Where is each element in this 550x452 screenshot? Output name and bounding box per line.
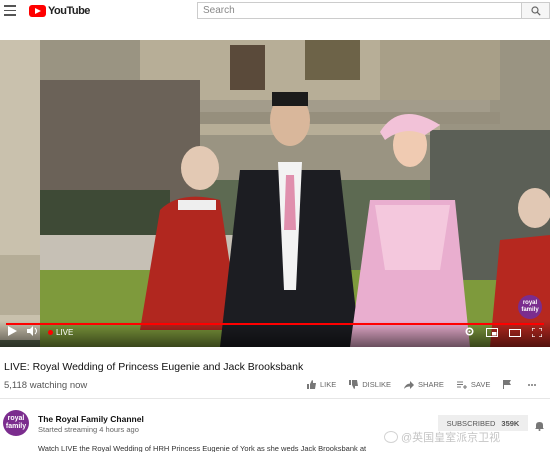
miniplayer-icon	[486, 328, 498, 337]
playlist-add-icon	[456, 380, 467, 389]
video-title: LIVE: Royal Wedding of Princess Eugenie …	[4, 361, 304, 373]
video-actions: LIKE DISLIKE SHARE SAVE	[307, 380, 550, 389]
thumbs-down-icon	[349, 380, 359, 389]
notification-bell-button[interactable]	[535, 418, 544, 436]
settings-button[interactable]	[464, 324, 475, 342]
flag-icon	[503, 380, 512, 389]
share-button[interactable]: SHARE	[404, 380, 444, 389]
channel-avatar[interactable]: royal family	[3, 410, 29, 436]
share-label: SHARE	[418, 380, 444, 389]
volume-button[interactable]	[27, 323, 38, 341]
video-description: Watch LIVE the Royal Wedding of HRH Prin…	[38, 444, 367, 452]
share-icon	[404, 380, 415, 389]
channel-name[interactable]: The Royal Family Channel	[38, 414, 144, 424]
search-button[interactable]	[522, 2, 550, 19]
subscribe-label: SUBSCRIBED	[446, 418, 496, 428]
save-button[interactable]: SAVE	[456, 380, 491, 389]
channel-watermark: royal family	[518, 295, 542, 319]
player-controls: LIVE	[0, 321, 550, 347]
like-button[interactable]: LIKE	[307, 380, 336, 389]
fullscreen-button[interactable]	[531, 324, 543, 342]
gear-icon	[465, 327, 474, 336]
hamburger-menu-icon[interactable]	[4, 5, 16, 17]
video-frame	[0, 40, 550, 347]
dislike-label: DISLIKE	[362, 380, 392, 389]
logo-text: YouTube	[48, 5, 90, 17]
play-button[interactable]	[8, 323, 17, 341]
weibo-icon	[384, 431, 398, 443]
save-label: SAVE	[470, 380, 491, 389]
more-icon	[528, 383, 537, 386]
theater-mode-button[interactable]	[509, 324, 521, 342]
miniplayer-button[interactable]	[486, 324, 498, 342]
live-indicator[interactable]: LIVE	[48, 328, 73, 337]
volume-icon	[27, 326, 37, 336]
theater-icon	[509, 329, 521, 337]
like-label: LIKE	[320, 380, 337, 389]
youtube-logo[interactable]: YouTube	[29, 4, 90, 18]
more-button[interactable]	[528, 381, 540, 389]
view-count: 5,118 watching now	[4, 380, 88, 391]
subscriber-count: 359K	[501, 418, 520, 428]
watermark-text: royal family	[521, 300, 539, 313]
avatar-text: royal family	[5, 415, 27, 430]
youtube-play-icon	[29, 5, 46, 17]
video-player[interactable]: royal family LIVE	[0, 40, 550, 347]
watermark-label: @英国皇室派京卫视	[401, 432, 501, 444]
divider	[0, 398, 550, 399]
live-dot-icon	[48, 329, 53, 335]
report-button[interactable]	[503, 380, 515, 389]
live-label: LIVE	[56, 327, 74, 337]
thumbs-up-icon	[307, 380, 316, 389]
top-bar: YouTube	[0, 0, 550, 23]
play-icon	[8, 326, 17, 336]
image-watermark: @英国皇室派京卫视	[384, 429, 500, 445]
bell-icon	[535, 422, 544, 431]
stream-start-time: Started streaming 4 hours ago	[38, 425, 139, 434]
dislike-button[interactable]: DISLIKE	[349, 380, 391, 389]
search-icon	[531, 6, 541, 16]
fullscreen-icon	[531, 327, 543, 338]
search-input[interactable]	[197, 2, 522, 19]
